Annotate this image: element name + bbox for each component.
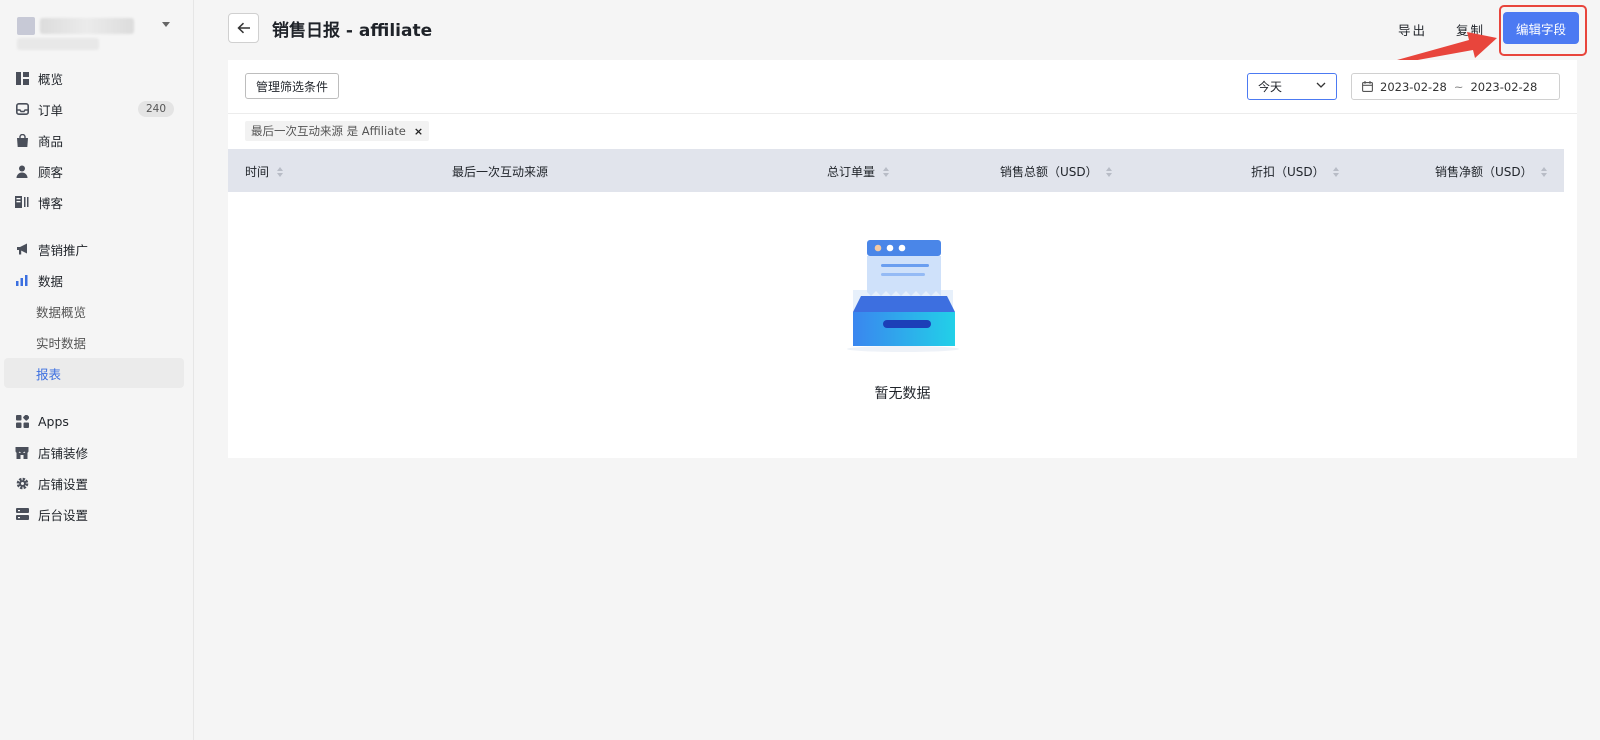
sort-icon[interactable] — [1540, 166, 1547, 177]
sidebar-item-label: 博客 — [38, 195, 64, 211]
edit-fields-button[interactable]: 编辑字段 — [1503, 12, 1579, 44]
filter-tag-label: 最后一次互动来源 是 Affiliate — [251, 124, 406, 138]
gear-icon — [15, 476, 29, 490]
table-header: 时间 最后一次互动来源 总订单量 销售总额（USD） 折扣（USD） 销售净额（… — [228, 149, 1564, 192]
date-range-picker[interactable]: 2023-02-28 ~ 2023-02-28 — [1351, 73, 1560, 100]
sidebar-item-label: 概览 — [38, 71, 64, 87]
sidebar-item-label: 商品 — [38, 133, 64, 149]
annotation-arrow-icon — [1397, 32, 1497, 63]
active-filter-tag: 最后一次互动来源 是 Affiliate × — [245, 121, 430, 141]
storefront-icon — [15, 445, 29, 459]
sidebar-item-label: 数据概览 — [36, 304, 87, 320]
column-header-last-touch-source: 最后一次互动来源 — [452, 163, 548, 180]
sidebar-item-store-settings[interactable]: 店铺设置 — [4, 468, 184, 498]
column-label: 总订单量 — [827, 165, 876, 179]
sort-icon[interactable] — [883, 166, 890, 177]
sidebar-item-apps[interactable]: Apps — [4, 406, 184, 436]
bar-chart-icon — [15, 273, 29, 287]
store-logo — [17, 17, 35, 35]
user-icon — [15, 164, 29, 178]
sidebar-subitem-reports[interactable]: 报表 — [4, 358, 184, 388]
sidebar-item-orders[interactable]: 订单 240 — [4, 94, 184, 124]
sidebar-item-label: 顾客 — [38, 164, 64, 180]
sidebar-item-blog[interactable]: 博客 — [4, 187, 184, 217]
sidebar-item-admin-settings[interactable]: 后台设置 — [4, 499, 184, 529]
sidebar-subitem-analytics-overview[interactable]: 数据概览 — [4, 296, 184, 326]
page-title: 销售日报 - affiliate — [272, 21, 433, 41]
column-header-time[interactable]: 时间 — [245, 163, 284, 180]
chevron-down-icon — [1316, 82, 1326, 88]
empty-state-text: 暂无数据 — [874, 386, 931, 402]
sidebar-item-overview[interactable]: 概览 — [4, 63, 184, 93]
inbox-icon — [15, 102, 29, 116]
sidebar-item-label: 店铺装修 — [38, 445, 89, 461]
column-header-gross-sales[interactable]: 销售总额（USD） — [1000, 163, 1112, 180]
column-label: 销售总额（USD） — [1000, 165, 1098, 179]
sidebar-item-label: 后台设置 — [38, 507, 89, 523]
date-end: 2023-02-28 — [1470, 79, 1538, 94]
filter-bar: 管理筛选条件 今天 2023-02-28 ~ 2023-02-28 — [228, 60, 1577, 114]
megaphone-icon — [15, 242, 29, 256]
sidebar-item-label: 订单 — [38, 102, 64, 118]
dashboard-icon — [15, 71, 29, 85]
sidebar-item-store-design[interactable]: 店铺装修 — [4, 437, 184, 467]
store-url-redacted — [17, 38, 99, 50]
back-button[interactable] — [228, 13, 259, 43]
sort-icon[interactable] — [277, 166, 284, 177]
sidebar-item-products[interactable]: 商品 — [4, 125, 184, 155]
column-label: 最后一次互动来源 — [452, 165, 549, 179]
order-count-badge: 240 — [137, 101, 174, 117]
calendar-icon — [1362, 81, 1373, 92]
store-name-redacted — [40, 18, 134, 34]
sidebar-item-label: 实时数据 — [36, 335, 87, 351]
column-header-total-orders[interactable]: 总订单量 — [827, 163, 890, 180]
empty-box-illustration — [847, 240, 959, 352]
sort-icon[interactable] — [1332, 166, 1339, 177]
bag-icon — [15, 133, 29, 147]
sidebar-item-label: 店铺设置 — [38, 476, 89, 492]
manage-filters-button[interactable]: 管理筛选条件 — [245, 73, 340, 99]
sidebar-item-marketing[interactable]: 营销推广 — [4, 234, 184, 264]
period-select[interactable]: 今天 — [1247, 73, 1337, 100]
apps-icon — [15, 414, 29, 428]
caret-down-icon[interactable] — [162, 22, 170, 27]
sort-icon[interactable] — [1105, 166, 1112, 177]
sidebar-subitem-realtime[interactable]: 实时数据 — [4, 327, 184, 357]
store-switcher[interactable] — [14, 14, 180, 54]
column-header-net-sales[interactable]: 销售净额（USD） — [1435, 163, 1547, 180]
column-header-discount[interactable]: 折扣（USD） — [1251, 163, 1339, 180]
sidebar: 概览 订单 240 商品 顾客 博客 营销推广 数据 数据概览 实时数据 报表 … — [0, 0, 194, 740]
blog-icon — [15, 195, 29, 209]
date-separator: ~ — [1453, 79, 1464, 94]
sidebar-item-label: 报表 — [36, 366, 62, 382]
report-card: 管理筛选条件 今天 2023-02-28 ~ 2023-02-28 最后一次互动… — [228, 60, 1577, 458]
period-select-value: 今天 — [1258, 80, 1283, 94]
column-label: 折扣（USD） — [1251, 165, 1325, 179]
sidebar-item-label: 数据 — [38, 273, 64, 289]
sidebar-item-label: Apps — [38, 413, 69, 429]
close-icon[interactable]: × — [414, 125, 423, 138]
sidebar-item-customers[interactable]: 顾客 — [4, 156, 184, 186]
arrow-left-icon — [236, 22, 250, 34]
server-icon — [15, 507, 29, 521]
column-label: 销售净额（USD） — [1435, 165, 1533, 179]
sidebar-item-analytics[interactable]: 数据 — [4, 265, 184, 295]
column-label: 时间 — [245, 165, 270, 179]
sidebar-item-label: 营销推广 — [38, 242, 89, 258]
date-start: 2023-02-28 — [1380, 79, 1447, 94]
